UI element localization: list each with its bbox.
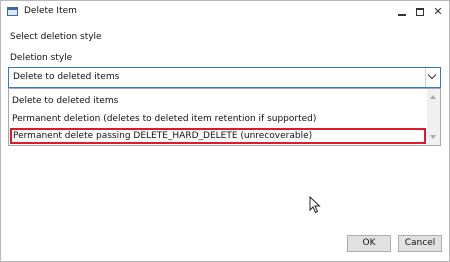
dropdown-toggle-button[interactable] — [425, 68, 440, 87]
minimize-icon — [398, 14, 406, 16]
option-delete-to-deleted-items[interactable]: Delete to deleted items — [10, 93, 426, 109]
app-window-icon — [7, 7, 18, 16]
scroll-down-icon[interactable] — [430, 135, 436, 139]
instruction-text: Select deletion style — [10, 32, 102, 42]
close-button[interactable]: ✕ — [431, 5, 445, 19]
deletion-style-label: Deletion style — [10, 53, 73, 63]
window-title: Delete Item — [24, 6, 77, 16]
scroll-up-icon[interactable] — [430, 95, 436, 99]
cancel-button[interactable]: Cancel — [398, 235, 442, 252]
mouse-pointer-icon — [309, 196, 321, 214]
minimize-button[interactable] — [395, 5, 409, 19]
maximize-button[interactable] — [413, 5, 427, 19]
title-bar[interactable]: Delete Item ✕ — [1, 1, 449, 23]
maximize-icon — [416, 8, 424, 16]
chevron-down-icon — [427, 70, 437, 80]
dropdown-options-list: Delete to deleted items Permanent deleti… — [8, 88, 441, 146]
close-icon: ✕ — [433, 5, 443, 18]
dropdown-selected-value: Delete to deleted items — [13, 72, 120, 82]
option-permanent-hard-delete[interactable]: Permanent delete passing DELETE_HARD_DEL… — [10, 128, 426, 144]
deletion-style-dropdown[interactable]: Delete to deleted items — [8, 67, 441, 88]
list-scrollbar[interactable] — [427, 89, 440, 145]
delete-item-dialog: Delete Item ✕ Select deletion style Dele… — [0, 0, 450, 262]
ok-button[interactable]: OK — [347, 235, 391, 252]
option-permanent-deletion[interactable]: Permanent deletion (deletes to deleted i… — [10, 111, 426, 127]
